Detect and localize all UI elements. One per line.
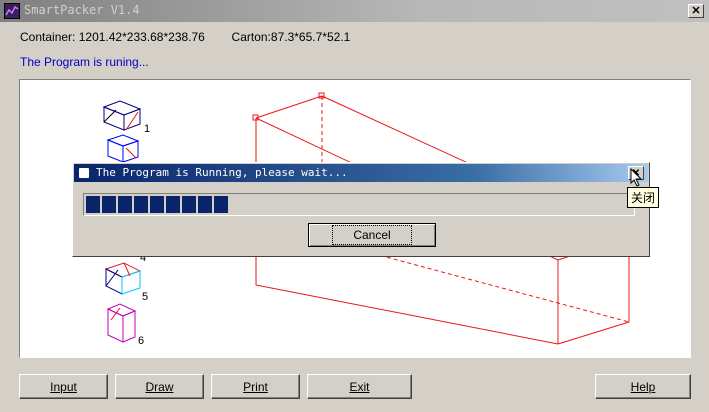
- carton-2-icon: [106, 134, 140, 163]
- carton-5-icon: [104, 262, 142, 295]
- carton-5-label: 5: [142, 291, 148, 303]
- smartpacker-window: SmartPacker V1.4 ✕ Container: 1201.42*23…: [0, 0, 709, 412]
- cancel-button[interactable]: Cancel: [308, 223, 436, 247]
- dialog-title: The Program is Running, please wait...: [96, 166, 348, 179]
- title-bar[interactable]: SmartPacker V1.4 ✕: [0, 0, 709, 22]
- progress-segment: [198, 196, 212, 213]
- progress-segment: [182, 196, 196, 213]
- progress-segment: [150, 196, 164, 213]
- carton-1-label: 1: [144, 123, 150, 135]
- mouse-cursor-icon: [630, 168, 643, 187]
- close-tooltip: 关闭: [627, 187, 660, 208]
- help-button[interactable]: Help: [595, 374, 691, 399]
- dimensions-info: Container: 1201.42*233.68*238.76 Carton:…: [20, 30, 350, 44]
- print-button[interactable]: Print: [211, 374, 300, 399]
- progress-segment: [86, 196, 100, 213]
- carton-value: 87.3*65.7*52.1: [270, 30, 351, 44]
- container-value: 1201.42*233.68*238.76: [78, 30, 205, 44]
- status-text: The Program is runing...: [20, 55, 149, 69]
- carton-6-icon: [106, 303, 137, 343]
- carton-6-label: 6: [138, 335, 144, 347]
- window-title: SmartPacker V1.4: [24, 3, 140, 17]
- progress-bar: [83, 193, 635, 216]
- progress-segment: [102, 196, 116, 213]
- dialog-app-icon: [79, 168, 89, 178]
- carton-1-icon: [102, 100, 142, 131]
- progress-segment: [134, 196, 148, 213]
- draw-button[interactable]: Draw: [115, 374, 204, 399]
- app-icon: [4, 3, 20, 19]
- dialog-title-bar[interactable]: The Program is Running, please wait... ✕: [74, 164, 648, 182]
- input-button[interactable]: Input: [19, 374, 108, 399]
- cancel-label: Cancel: [332, 225, 412, 245]
- progress-segment: [214, 196, 228, 213]
- close-icon: ✕: [691, 4, 701, 17]
- progress-segment: [118, 196, 132, 213]
- progress-dialog: The Program is Running, please wait... ✕…: [72, 162, 650, 257]
- container-label: Container:: [20, 30, 76, 44]
- exit-button[interactable]: Exit: [307, 374, 412, 399]
- progress-segment: [166, 196, 180, 213]
- carton-label: Carton:: [231, 30, 271, 44]
- window-close-button[interactable]: ✕: [688, 4, 704, 18]
